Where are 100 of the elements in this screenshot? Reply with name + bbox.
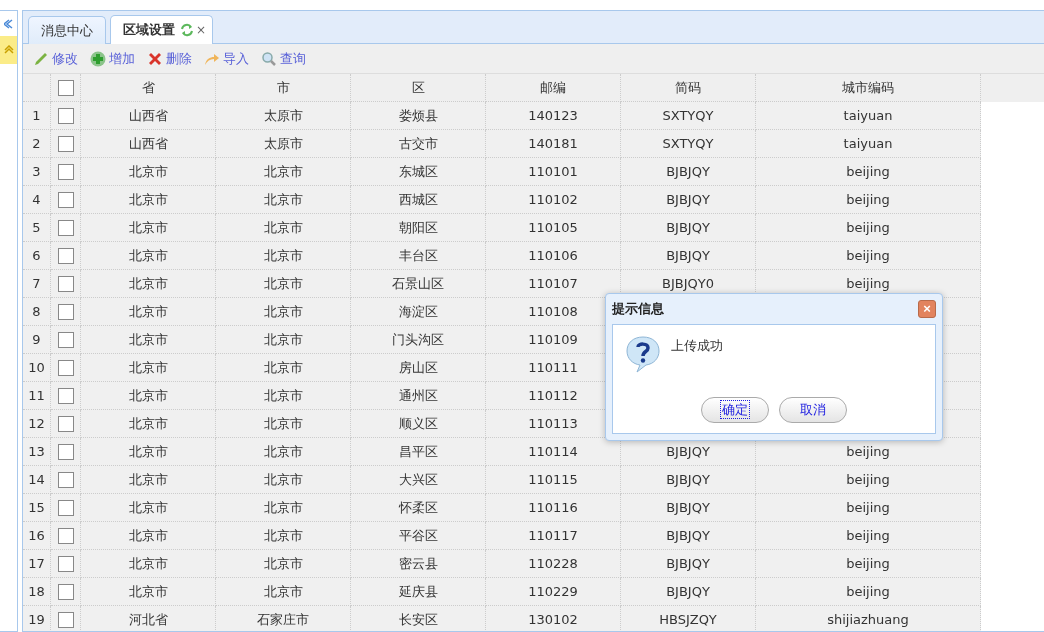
row-checkbox[interactable] (57, 499, 74, 516)
row-checkbox[interactable] (57, 331, 74, 348)
close-icon[interactable]: × (196, 23, 207, 37)
table-cell: BJBJQY (666, 220, 710, 235)
row-checkbox[interactable] (57, 471, 74, 488)
row-checkbox[interactable] (57, 527, 74, 544)
table-cell: 山西省 (128, 134, 168, 153)
table-cell: HBSJZQY (659, 612, 717, 627)
table-cell: 110111 (528, 360, 578, 375)
table-cell: 延庆县 (398, 582, 438, 601)
table-cell: 北京市 (263, 358, 303, 377)
table-cell: 石家庄市 (257, 610, 309, 629)
table-cell: BJBJQY0 (662, 276, 714, 291)
table-cell: 西城区 (398, 190, 438, 209)
table-row[interactable]: 7 北京市 北京市 石景山区 110107 BJBJQY0 beijing (23, 270, 981, 298)
table-cell: 北京市 (128, 414, 168, 433)
table-row[interactable]: 4 北京市 北京市 西城区 110102 BJBJQY beijing (23, 186, 981, 214)
toolbar-button[interactable]: 查询 (257, 47, 310, 70)
dialog-button[interactable]: 取消 (779, 397, 847, 423)
search-icon (261, 50, 277, 67)
table-cell: 北京市 (128, 554, 168, 573)
table-cell: 太原市 (263, 134, 303, 153)
accordion-header[interactable] (0, 36, 17, 64)
table-row[interactable]: 18 北京市 北京市 延庆县 110229 BJBJQY beijing (23, 578, 981, 606)
table-cell: 北京市 (128, 302, 168, 321)
tab[interactable]: 消息中心 (28, 16, 106, 44)
table-row[interactable]: 6 北京市 北京市 丰台区 110106 BJBJQY beijing (23, 242, 981, 270)
collapse-icon[interactable] (3, 19, 14, 29)
row-checkbox[interactable] (57, 275, 74, 292)
dialog-title: 提示信息 (612, 300, 664, 318)
row-checkbox[interactable] (57, 583, 74, 600)
table-row[interactable]: 14 北京市 北京市 大兴区 110115 BJBJQY beijing (23, 466, 981, 494)
table-cell: 110229 (528, 584, 578, 599)
table-cell: 北京市 (263, 218, 303, 237)
table-row[interactable]: 2 山西省 太原市 古交市 140181 SXTYQY taiyuan (23, 130, 981, 158)
table-row[interactable]: 19 河北省 石家庄市 长安区 130102 HBSJZQY shijiazhuang (23, 606, 981, 631)
table-cell: taiyuan (843, 108, 893, 123)
row-checkbox[interactable] (57, 387, 74, 404)
table-row[interactable]: 13 北京市 北京市 昌平区 110114 BJBJQY beijing (23, 438, 981, 466)
table-cell: 河北省 (128, 610, 168, 629)
table-cell: 山西省 (128, 106, 168, 125)
row-checkbox[interactable] (57, 611, 74, 628)
table-cell: 北京市 (128, 330, 168, 349)
table-cell: 海淀区 (398, 302, 438, 321)
table-row[interactable]: 1 山西省 太原市 娄烦县 140123 SXTYQY taiyuan (23, 102, 981, 130)
table-row[interactable]: 15 北京市 北京市 怀柔区 110116 BJBJQY beijing (23, 494, 981, 522)
table-cell: beijing (846, 500, 890, 515)
tab[interactable]: 区域设置 × (110, 15, 214, 44)
table-cell: 古交市 (398, 134, 438, 153)
table-cell: BJBJQY (666, 528, 710, 543)
table-cell: 怀柔区 (398, 498, 438, 517)
row-checkbox[interactable] (57, 107, 74, 124)
toolbar-button[interactable]: 增加 (86, 47, 139, 70)
toolbar-button[interactable]: 导入 (200, 47, 253, 70)
table-cell: 140181 (528, 136, 578, 151)
table-cell: 门头沟区 (392, 330, 444, 349)
table-cell: 石景山区 (392, 274, 444, 293)
table-cell: 大兴区 (398, 470, 438, 489)
table-cell: 太原市 (263, 106, 303, 125)
toolbar-button[interactable]: 删除 (143, 47, 196, 70)
toolbar-button[interactable]: 修改 (29, 47, 82, 70)
table-cell: 北京市 (263, 330, 303, 349)
table-cell: 北京市 (263, 554, 303, 573)
row-checkbox[interactable] (57, 135, 74, 152)
table-cell: 北京市 (263, 162, 303, 181)
question-icon (625, 335, 661, 373)
table-cell: 北京市 (128, 218, 168, 237)
select-all-checkbox[interactable] (57, 79, 74, 96)
row-checkbox[interactable] (57, 303, 74, 320)
row-checkbox[interactable] (57, 163, 74, 180)
table-cell: 北京市 (263, 386, 303, 405)
table-cell: 北京市 (263, 414, 303, 433)
table-row[interactable]: 17 北京市 北京市 密云县 110228 BJBJQY beijing (23, 550, 981, 578)
table-row[interactable]: 5 北京市 北京市 朝阳区 110105 BJBJQY beijing (23, 214, 981, 242)
row-checkbox[interactable] (57, 415, 74, 432)
table-row[interactable]: 16 北京市 北京市 平谷区 110117 BJBJQY beijing (23, 522, 981, 550)
row-checkbox[interactable] (57, 555, 74, 572)
table-cell: 110113 (528, 416, 578, 431)
refresh-icon[interactable] (180, 23, 194, 37)
table-cell: 平谷区 (398, 526, 438, 545)
table-cell: BJBJQY (666, 444, 710, 459)
row-checkbox[interactable] (57, 219, 74, 236)
row-checkbox[interactable] (57, 247, 74, 264)
table-cell: 110228 (528, 556, 578, 571)
table-cell: 110106 (528, 248, 578, 263)
table-cell: BJBJQY (666, 556, 710, 571)
table-cell: 110116 (528, 500, 578, 515)
table-cell: 通州区 (398, 386, 438, 405)
table-cell: beijing (846, 556, 890, 571)
table-row[interactable]: 3 北京市 北京市 东城区 110101 BJBJQY beijing (23, 158, 981, 186)
table-cell: 130102 (528, 612, 578, 627)
row-checkbox[interactable] (57, 191, 74, 208)
table-cell: 北京市 (263, 582, 303, 601)
row-checkbox[interactable] (57, 359, 74, 376)
row-number: 19 (23, 606, 51, 631)
table-cell: 北京市 (263, 442, 303, 461)
delete-icon (147, 50, 163, 67)
table-cell: beijing (846, 192, 890, 207)
row-checkbox[interactable] (57, 443, 74, 460)
dialog-button[interactable]: 确定 (701, 397, 769, 423)
